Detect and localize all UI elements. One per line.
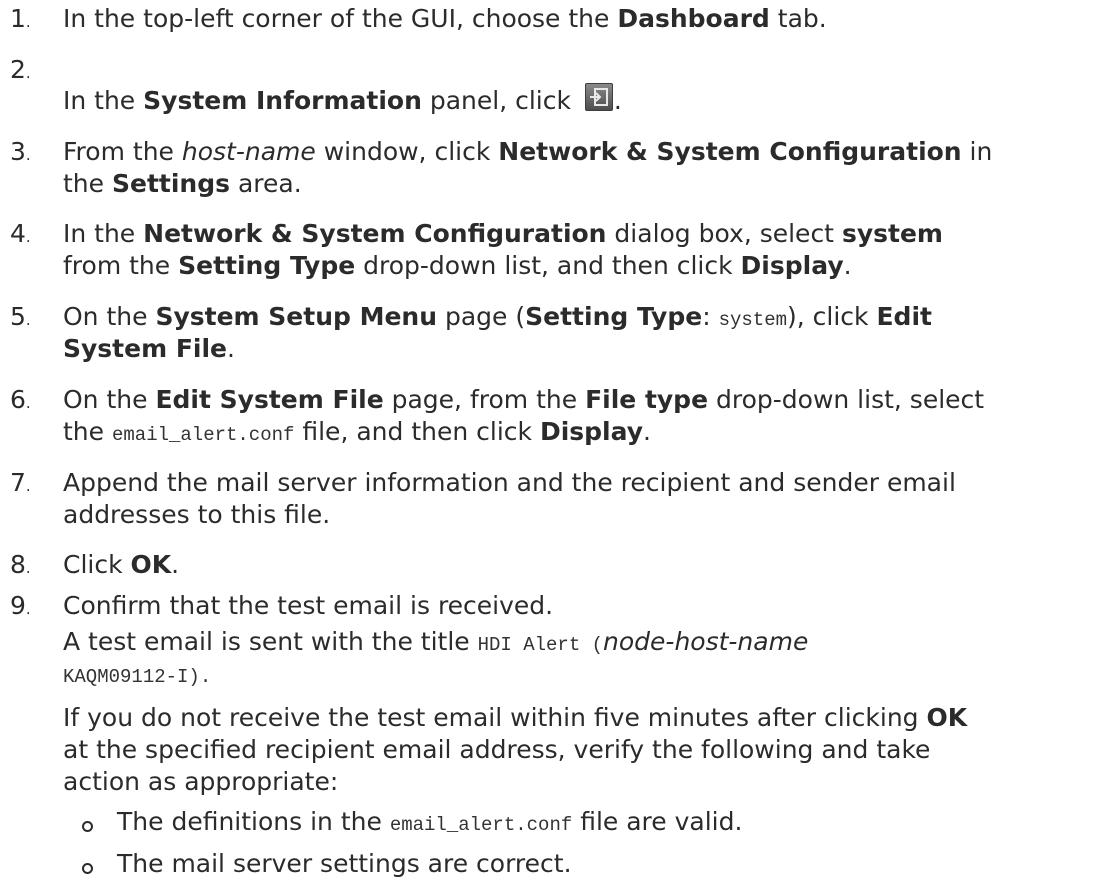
step-number: 7.	[10, 468, 31, 497]
step-text: From the host-name window, click Network…	[63, 137, 993, 198]
step-number: 9.	[10, 591, 31, 620]
step-number: 6.	[10, 385, 31, 414]
step-text: Confirm that the test email is received.…	[63, 590, 1108, 798]
step-number: 1.	[10, 4, 31, 33]
system-information-ref: System Information	[143, 86, 422, 115]
step-result-cont: KAQM09112-I).	[63, 666, 212, 688]
step-number: 8.	[10, 550, 31, 579]
step-text: Click OK.	[63, 550, 180, 579]
step-result: A test email is sent with the title HDI …	[63, 627, 809, 656]
step-number: 2.	[10, 55, 31, 84]
step-text: In the top-left corner of the GUI, choos…	[63, 4, 827, 33]
panel-open-icon	[584, 83, 613, 111]
step-text: On the System Setup Menu page (Setting T…	[63, 302, 932, 363]
step-number: 3.	[10, 137, 31, 166]
bullet-item: The definitions in the email_alert.conf …	[117, 807, 743, 836]
step-text: Append the mail server information and t…	[63, 468, 956, 529]
step-number: 4.	[10, 219, 31, 248]
step-text: On the Edit System File page, from the F…	[63, 385, 985, 446]
step-number: 5.	[10, 302, 31, 331]
step-text: In the Network & System Configuration di…	[63, 219, 943, 280]
step-note: If you do not receive the test email wit…	[63, 703, 968, 732]
dashboard-tab-ref: Dashboard	[617, 4, 770, 33]
bullet-icon	[82, 863, 93, 874]
bullet-item: The mail server settings are correct.	[117, 849, 572, 878]
step-text: In the System Information panel, click .	[63, 83, 1108, 117]
bullet-icon	[82, 821, 93, 832]
